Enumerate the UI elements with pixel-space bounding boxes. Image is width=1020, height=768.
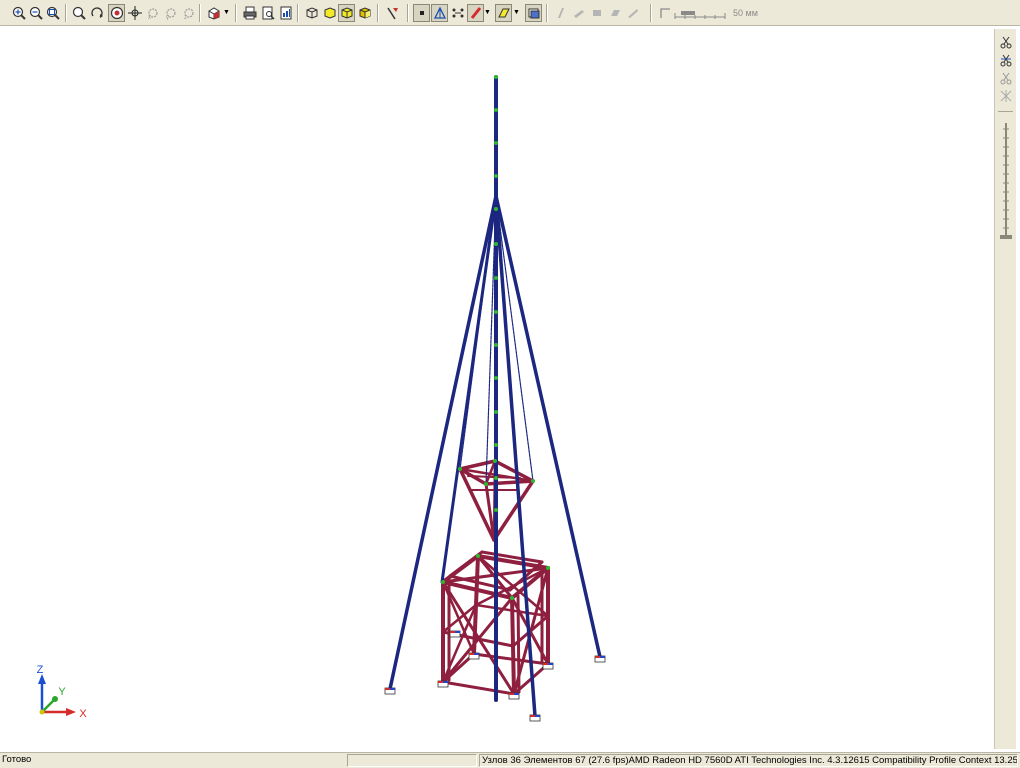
svg-text:y: y (166, 15, 169, 20)
model-node (494, 141, 498, 145)
axis-z-label: Z (37, 664, 44, 676)
link-icon[interactable] (449, 4, 466, 22)
element-icon[interactable] (431, 4, 448, 22)
model-node (484, 482, 488, 486)
cut-icon[interactable] (997, 33, 1015, 51)
color-fill-icon[interactable] (495, 4, 512, 22)
support-marker-marker-blue (455, 631, 460, 633)
print-preview-icon[interactable] (259, 4, 276, 22)
support-marker-marker-blue (390, 688, 395, 690)
model-node (493, 459, 497, 463)
main-toolbar: x y z ▼ ▼ ▼ 50 мм (0, 0, 1020, 26)
status-ready: Готово (2, 754, 32, 765)
wireframe-icon[interactable] (303, 4, 320, 22)
axis-triad: Z Y X (37, 664, 88, 720)
tool-disabled-2-icon[interactable] (570, 4, 587, 22)
model-node (510, 596, 514, 600)
cut-alt-icon[interactable] (997, 51, 1015, 69)
svg-text:z: z (184, 15, 187, 20)
status-empty-pane (347, 754, 477, 767)
frame-beam (472, 652, 550, 666)
frame-beam (441, 680, 516, 696)
zoom-region-icon[interactable] (44, 4, 61, 22)
scale-corner-icon (656, 4, 673, 22)
diamond-beam (458, 459, 497, 471)
slider-track[interactable] (998, 121, 1014, 241)
model-node (494, 207, 498, 211)
model-node (494, 276, 498, 280)
node-icon[interactable] (413, 4, 430, 22)
support-marker-marker-blue (474, 653, 479, 655)
cut-disabled-icon[interactable] (997, 87, 1015, 105)
rotate-view-icon[interactable] (88, 4, 105, 22)
scale-label: 50 мм (733, 8, 758, 18)
support-marker-marker-red (509, 693, 514, 695)
print-icon[interactable] (241, 4, 258, 22)
right-toolbar (994, 29, 1016, 749)
filter-icon[interactable] (383, 4, 400, 22)
tower-model[interactable]: Z Y X (4, 29, 992, 749)
view-projection-icon[interactable] (205, 4, 222, 22)
support-marker-marker-red (450, 631, 455, 633)
model-node (494, 108, 498, 112)
tool-disabled-1-icon[interactable] (552, 4, 569, 22)
support-marker-marker-blue (514, 693, 519, 695)
support-marker-marker-blue (548, 663, 553, 665)
export-icon[interactable] (277, 4, 294, 22)
svg-text:x: x (148, 15, 151, 20)
zoom-out-icon[interactable] (27, 4, 44, 22)
pen-dropdown[interactable]: ▼ (484, 9, 491, 17)
support-marker-marker-red (469, 653, 474, 655)
model-node (494, 343, 498, 347)
model-node (458, 467, 462, 471)
crosshair-icon[interactable] (126, 4, 143, 22)
rotate-y-icon[interactable]: y (162, 4, 179, 22)
tool-disabled-4-icon[interactable] (606, 4, 623, 22)
model-node (441, 580, 445, 584)
model-node (494, 75, 498, 79)
model-node (476, 554, 480, 558)
tool-disabled-3-icon[interactable] (588, 4, 605, 22)
color-fill-dropdown[interactable]: ▼ (513, 9, 520, 17)
rotate-x-icon[interactable]: x (144, 4, 161, 22)
support-marker-marker-red (385, 688, 390, 690)
support-marker-marker-blue (600, 656, 605, 658)
shaded-lit-icon[interactable] (356, 4, 373, 22)
zoom-in-icon[interactable] (10, 4, 27, 22)
model-node (494, 476, 498, 480)
status-bar: Готово Узлов 36 Элементов 67 (27.6 fps)A… (0, 752, 1020, 768)
axis-y-label: Y (58, 686, 66, 698)
diamond-beam (484, 479, 535, 486)
model-viewport[interactable]: Z Y X (4, 29, 992, 749)
support-marker-marker-blue (443, 681, 448, 683)
target-icon[interactable] (108, 4, 125, 22)
support-marker-marker-red (543, 663, 548, 665)
support-marker-marker-red (530, 715, 535, 717)
view-projection-dropdown[interactable]: ▼ (223, 9, 230, 17)
pen-icon[interactable] (467, 4, 484, 22)
model-node (546, 566, 550, 570)
solid-pressed-icon[interactable] (338, 4, 355, 22)
support-marker-marker-blue (535, 715, 540, 717)
shaded-icon[interactable] (321, 4, 338, 22)
zoom-fit-icon[interactable] (70, 4, 87, 22)
model-node (494, 508, 498, 512)
cut-grid-icon[interactable] (997, 69, 1015, 87)
model-node (494, 410, 498, 414)
model-node (494, 443, 498, 447)
support-marker-marker-red (595, 656, 600, 658)
model-node (494, 174, 498, 178)
tool-disabled-5-icon[interactable] (624, 4, 641, 22)
layers-icon[interactable] (525, 4, 542, 22)
axis-x-label: X (79, 708, 87, 720)
model-node (494, 310, 498, 314)
status-info: Узлов 36 Элементов 67 (27.6 fps)AMD Rade… (479, 754, 1018, 767)
scale-slider[interactable] (673, 7, 731, 21)
rotate-z-icon[interactable]: z (180, 4, 197, 22)
support-marker-marker-red (438, 681, 443, 683)
model-node (494, 376, 498, 380)
model-node (531, 479, 535, 483)
model-node (494, 242, 498, 246)
